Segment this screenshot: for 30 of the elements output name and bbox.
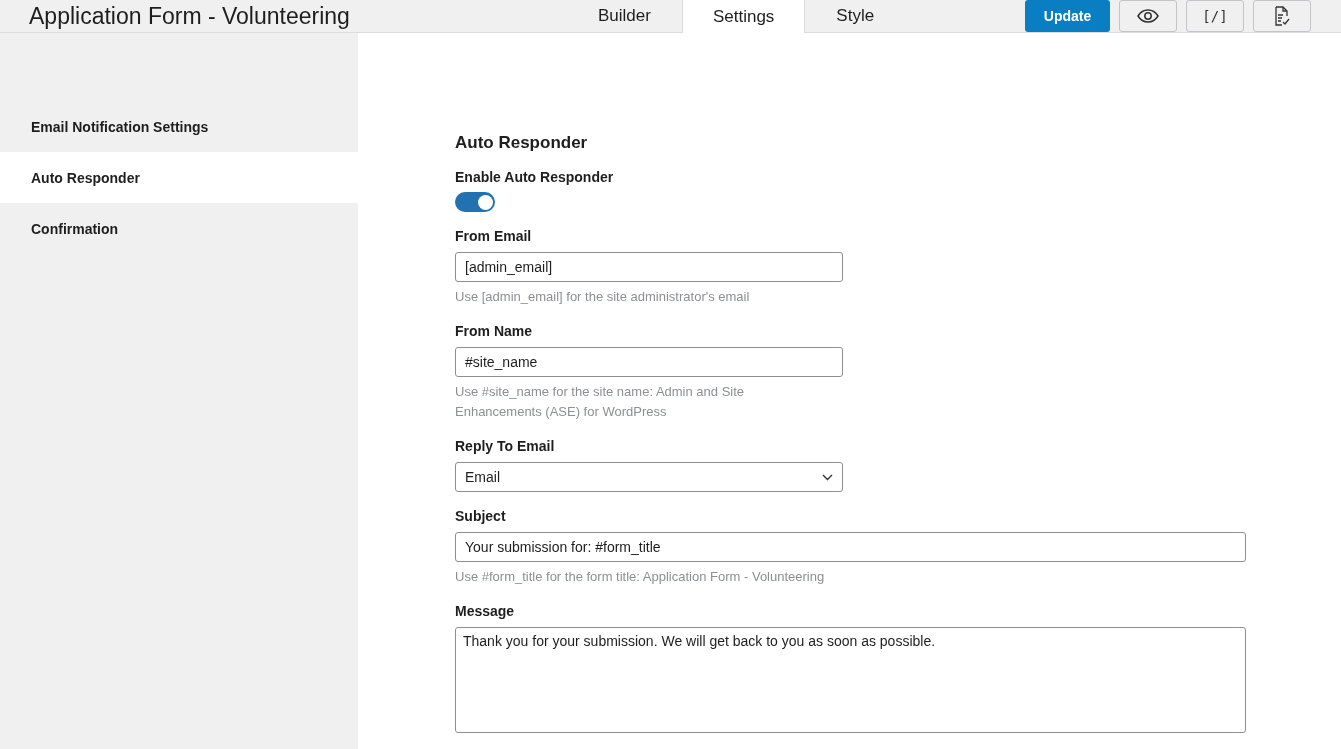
tab[interactable]: Settings xyxy=(681,0,806,33)
field-label: Enable Auto Responder xyxy=(455,169,615,185)
field-label: Reply To Email xyxy=(455,438,556,454)
input-field[interactable]: [admin_email] xyxy=(455,252,843,282)
form-title: Application Form - Volunteering xyxy=(28,1,351,31)
field-label: From Email xyxy=(455,228,533,244)
sidebar-item[interactable]: Email Notification Settings xyxy=(0,101,358,152)
input-field[interactable]: #site_name xyxy=(455,347,843,377)
toggle-switch[interactable] xyxy=(455,192,495,212)
preview-button[interactable] xyxy=(1119,0,1177,32)
field-label: From Name xyxy=(455,323,534,339)
field-label: Subject xyxy=(455,508,507,524)
field-hint: Use [admin_email] for the site administrator's email xyxy=(455,288,751,306)
field-hint: Use #site_name for the site name: Admin and Site Enhancements (ASE) for WordPress xyxy=(455,383,746,421)
input-field[interactable]: Your submission for: #form_title xyxy=(455,532,1246,562)
entries-button[interactable] xyxy=(1253,0,1311,32)
tab[interactable]: Style xyxy=(805,0,906,32)
textarea-field[interactable]: Thank you for your submission. We will get back to you as soon as possible. xyxy=(455,627,1246,733)
sidebar-item[interactable]: Confirmation xyxy=(0,203,358,254)
eye-icon xyxy=(1137,9,1159,23)
field-label: Message xyxy=(455,603,516,619)
chevron-down-icon xyxy=(822,473,833,481)
update-button[interactable]: Update xyxy=(1025,0,1110,32)
document-check-icon xyxy=(1274,6,1290,26)
select-field[interactable]: Email xyxy=(455,462,843,492)
tab[interactable]: Builder xyxy=(567,0,682,32)
section-title: Auto Responder xyxy=(455,133,589,153)
field-hint: Use #form_title for the form title: Application Form - Volunteering xyxy=(455,568,826,586)
sidebar-item[interactable]: Auto Responder xyxy=(0,152,358,203)
shortcode-button[interactable]: [/] xyxy=(1186,0,1244,32)
